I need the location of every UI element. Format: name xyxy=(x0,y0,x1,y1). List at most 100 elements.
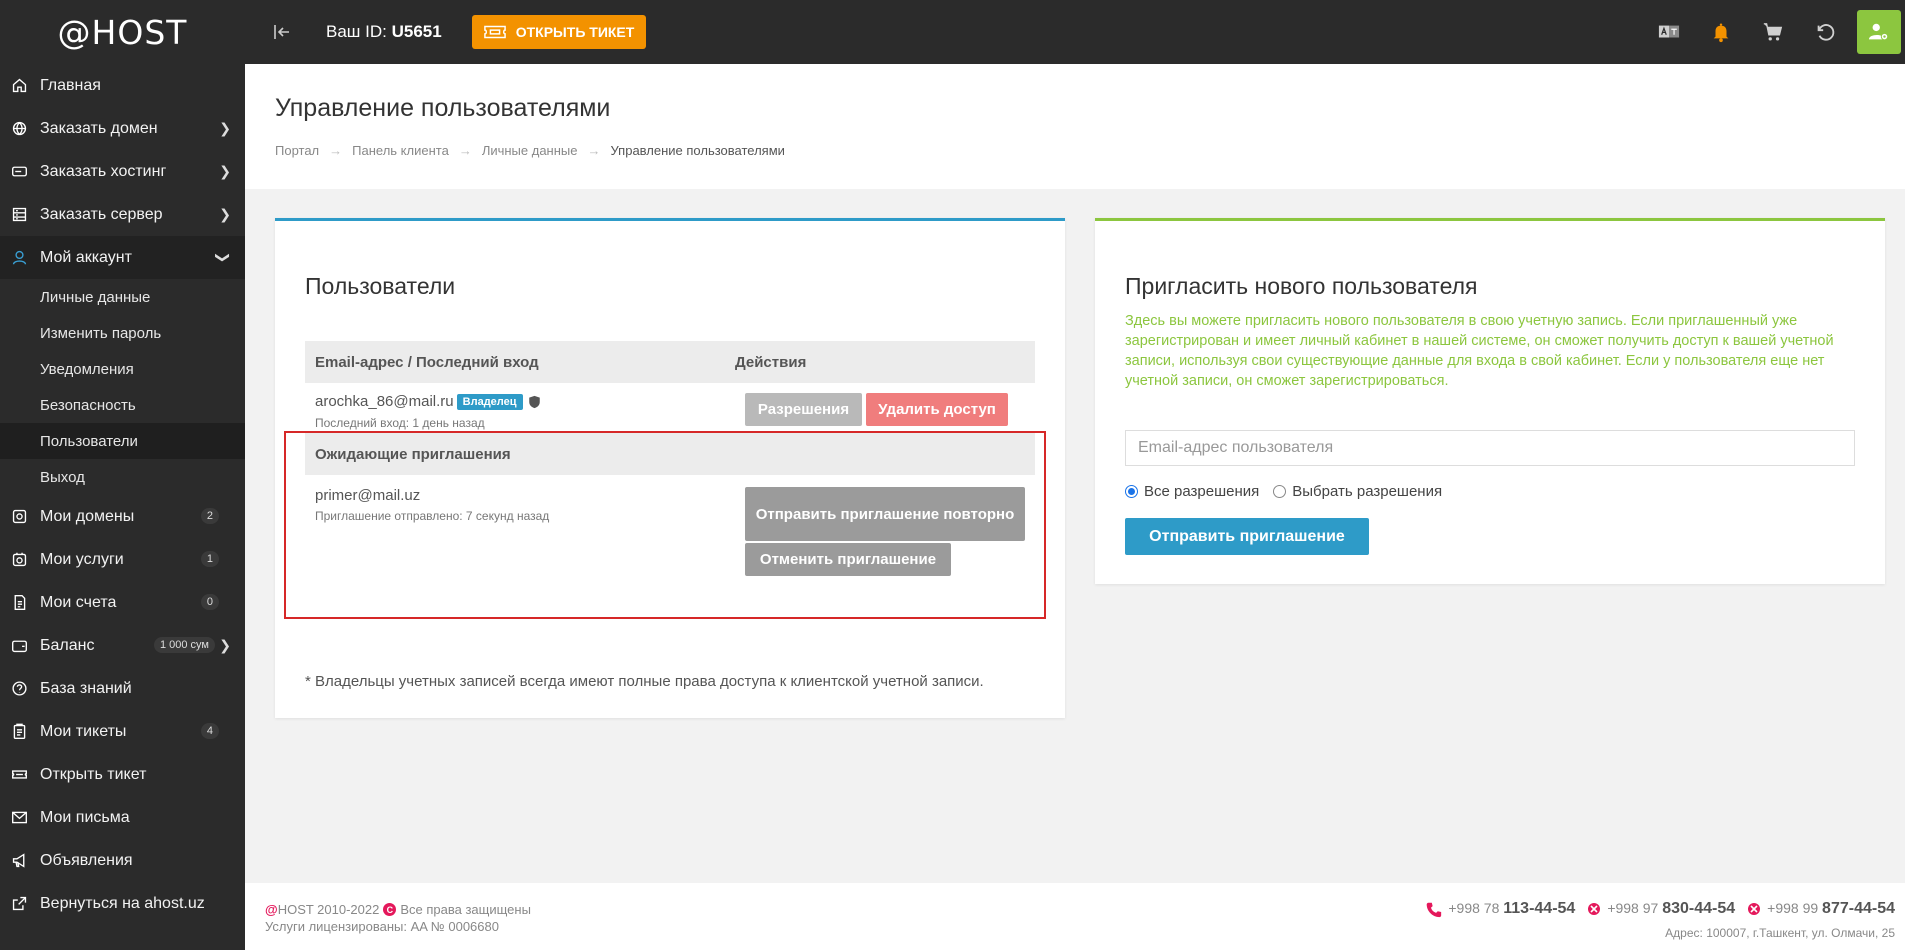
bell-icon[interactable] xyxy=(1695,0,1747,64)
sidebar-subitem-logout[interactable]: Выход xyxy=(0,459,245,495)
sidebar-subitem-change-password[interactable]: Изменить пароль xyxy=(0,315,245,351)
sidebar-item-label: Главная xyxy=(40,76,101,94)
collapse-sidebar-icon[interactable] xyxy=(270,20,294,44)
permissions-button[interactable]: Разрешения xyxy=(745,393,862,426)
arrow-right-icon: → xyxy=(587,143,601,158)
sidebar-item-label: Открыть тикет xyxy=(40,765,147,783)
sidebar-item-label: Мои тикеты xyxy=(40,722,127,740)
sidebar-item-order-server[interactable]: Заказать сервер ❯ xyxy=(0,193,245,236)
sidebar-item-label: Заказать сервер xyxy=(40,205,163,223)
sidebar-item-label: Мои письма xyxy=(40,808,130,826)
help-icon xyxy=(10,680,28,698)
arrow-right-icon: → xyxy=(329,143,343,158)
breadcrumb-personal-data[interactable]: Личные данные xyxy=(482,143,578,158)
address: Адрес: 100007, г.Ташкент, ул. Олмачи, 25 xyxy=(1665,926,1895,940)
sidebar-item-label: Мои услуги xyxy=(40,550,124,568)
pending-sent-time: Приглашение отправлено: 7 секунд назад xyxy=(315,509,550,523)
sidebar-item-back-to-site[interactable]: Вернуться на ahost.uz xyxy=(0,882,245,925)
sidebar-item-my-domains[interactable]: Мои домены 2 xyxy=(0,495,245,538)
count-badge: 2 xyxy=(200,508,219,524)
sidebar-item-order-hosting[interactable]: Заказать хостинг ❯ xyxy=(0,150,245,193)
operator-icon xyxy=(1588,903,1601,915)
radio-all-permissions[interactable] xyxy=(1125,485,1138,498)
phone-2[interactable]: +998 97 830-44-54 xyxy=(1607,900,1735,918)
sidebar-item-label: Вернуться на ahost.uz xyxy=(40,894,205,912)
logo[interactable]: @HOST xyxy=(0,0,245,64)
user-id-value: U5651 xyxy=(391,22,442,41)
sidebar-item-my-tickets[interactable]: Мои тикеты 4 xyxy=(0,710,245,753)
owner-last-login: Последний вход: 1 день назад xyxy=(315,416,485,430)
phone-icon xyxy=(1427,902,1442,917)
users-table: Email-адрес / Последний вход Действия ar… xyxy=(305,341,1035,595)
sidebar-item-label: Заказать хостинг xyxy=(40,162,167,180)
col-actions-header: Действия xyxy=(735,353,807,371)
sidebar-subitem-security[interactable]: Безопасность xyxy=(0,387,245,423)
sidebar-subitem-users[interactable]: Пользователи xyxy=(0,423,245,459)
chevron-right-icon: ❯ xyxy=(219,120,231,136)
sidebar-item-my-mail[interactable]: Мои письма xyxy=(0,796,245,839)
radio-choose-permissions[interactable] xyxy=(1273,485,1287,498)
invite-email-input[interactable] xyxy=(1125,430,1855,466)
owner-email-cell: arochka_86@mail.ru Владелец xyxy=(315,393,541,410)
user-icon xyxy=(10,249,28,267)
owner-badge: Владелец xyxy=(456,393,523,410)
breadcrumb: Портал → Панель клиента → Личные данные … xyxy=(275,143,1905,158)
permissions-radio-group: Все разрешения Выбрать разрешения xyxy=(1125,483,1456,500)
sidebar-item-balance[interactable]: Баланс 1 000 сум ❯ xyxy=(0,624,245,667)
invite-card: Пригласить нового пользователя Здесь вы … xyxy=(1095,218,1885,584)
account-settings-icon[interactable] xyxy=(1857,10,1901,54)
phone-1[interactable]: +998 78 113-44-54 xyxy=(1448,900,1575,918)
sidebar-item-label: Баланс xyxy=(40,636,95,654)
top-icons xyxy=(1643,0,1905,64)
server-icon xyxy=(10,163,28,181)
copyright-brand: HOST 2010-2022 xyxy=(277,902,380,917)
breadcrumb-client-panel[interactable]: Панель клиента xyxy=(352,143,449,158)
phone-3[interactable]: +998 99 877-44-54 xyxy=(1767,900,1895,918)
brand-at-icon: @ xyxy=(265,902,278,917)
undo-icon[interactable] xyxy=(1799,0,1851,64)
radio-choose-label[interactable]: Выбрать разрешения xyxy=(1292,483,1442,500)
license-text: Услуги лицензированы: AA № 0006680 xyxy=(265,919,499,934)
chevron-right-icon: ❯ xyxy=(219,637,231,653)
copyright-icon: C xyxy=(383,903,397,916)
shield-icon xyxy=(528,395,540,408)
sidebar-item-knowledge-base[interactable]: База знаний xyxy=(0,667,245,710)
sidebar-item-announcements[interactable]: Объявления xyxy=(0,839,245,882)
breadcrumb-current: Управление пользователями xyxy=(610,143,785,158)
cart-icon[interactable] xyxy=(1747,0,1799,64)
sidebar-item-label: Мой аккаунт xyxy=(40,248,132,266)
sidebar-item-order-domain[interactable]: Заказать домен ❯ xyxy=(0,107,245,150)
sidebar-item-my-account[interactable]: Мой аккаунт ❯ xyxy=(0,236,245,279)
sidebar-item-my-services[interactable]: Мои услуги 1 xyxy=(0,538,245,581)
sidebar-item-label: Заказать домен xyxy=(40,119,158,137)
translate-icon[interactable] xyxy=(1643,0,1695,64)
invite-description: Здесь вы можете пригласить нового пользо… xyxy=(1125,313,1834,389)
resend-invite-button[interactable]: Отправить приглашение повторно xyxy=(745,487,1025,541)
invite-title: Пригласить нового пользователя xyxy=(1125,273,1478,299)
globe-icon xyxy=(10,120,28,138)
table-row: arochka_86@mail.ru Владелец Последний вх… xyxy=(305,383,1035,433)
count-badge: 1 xyxy=(200,551,219,567)
open-ticket-button[interactable]: ОТКРЫТЬ ТИКЕТ xyxy=(471,15,647,49)
invoice-icon xyxy=(10,594,28,612)
sidebar-item-home[interactable]: Главная xyxy=(0,64,245,107)
send-invite-button[interactable]: Отправить приглашение xyxy=(1125,518,1369,555)
external-link-icon xyxy=(10,895,28,913)
breadcrumb-portal[interactable]: Портал xyxy=(275,143,319,158)
col-email-header: Email-адрес / Последний вход xyxy=(315,353,539,371)
pending-email: primer@mail.uz xyxy=(315,487,421,504)
chevron-right-icon: ❯ xyxy=(219,206,231,222)
sidebar-item-my-invoices[interactable]: Мои счета 0 xyxy=(0,581,245,624)
sidebar-item-open-ticket[interactable]: Открыть тикет xyxy=(0,753,245,796)
copyright: @ HOST 2010-2022 C Все права защищены xyxy=(265,902,531,917)
cancel-invite-button[interactable]: Отменить приглашение xyxy=(745,543,951,576)
sidebar-subitem-notifications[interactable]: Уведомления xyxy=(0,351,245,387)
footer: @ HOST 2010-2022 C Все права защищены Ус… xyxy=(245,883,1905,950)
delete-access-button[interactable]: Удалить доступ xyxy=(866,393,1008,426)
clipboard-icon xyxy=(10,723,28,741)
radio-all-label[interactable]: Все разрешения xyxy=(1144,483,1259,500)
page-header: Управление пользователями Портал → Панел… xyxy=(245,64,1905,189)
users-card: Пользователи Email-адрес / Последний вхо… xyxy=(275,218,1065,718)
sidebar-subitem-personal-data[interactable]: Личные данные xyxy=(0,279,245,315)
topbar: Ваш ID: U5651 ОТКРЫТЬ ТИКЕТ xyxy=(245,0,1905,64)
